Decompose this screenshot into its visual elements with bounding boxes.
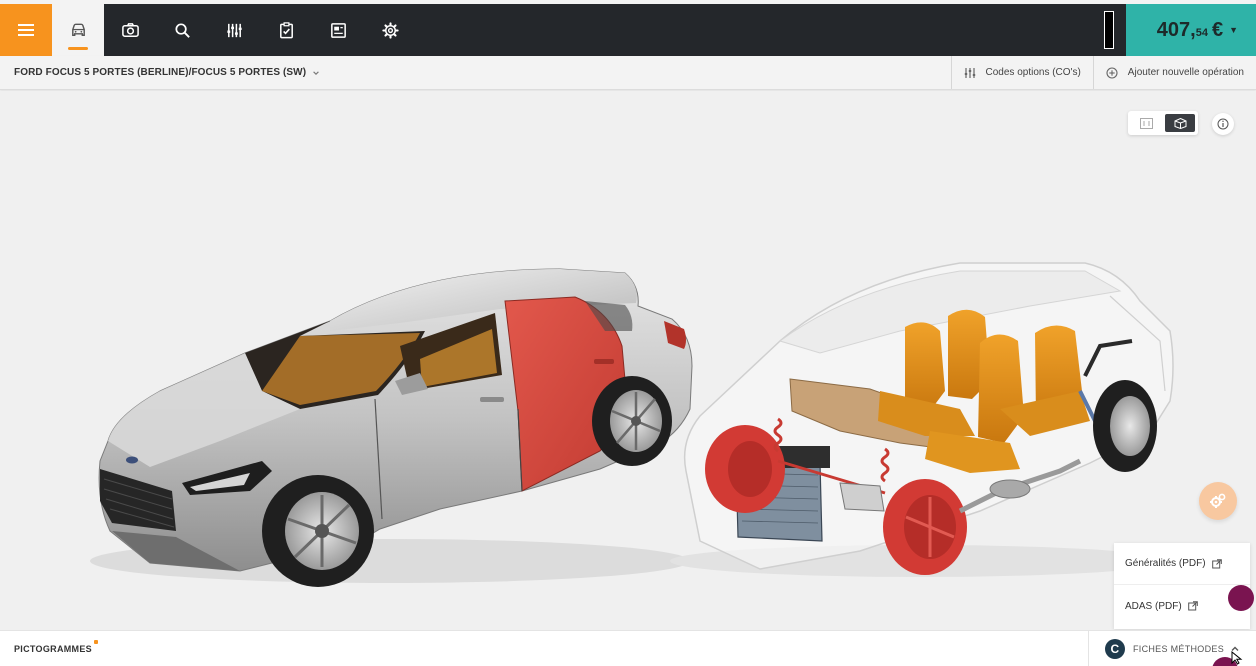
tools-fab-button[interactable] [1199, 482, 1237, 520]
menu-icon [18, 24, 34, 36]
nav-config-button[interactable] [364, 4, 416, 56]
price-currency: € [1211, 18, 1224, 41]
generalites-pdf-label: Généralités (PDF) [1125, 558, 1206, 569]
methods-logo-icon: C [1104, 638, 1125, 659]
highlight-marker [1228, 585, 1254, 611]
menu-button[interactable] [0, 4, 52, 56]
top-navigation-bar: 407, 54 € ▼ [0, 4, 1256, 56]
2d-view-icon [1139, 117, 1153, 129]
3d-view-icon [1174, 117, 1186, 129]
add-operation-button[interactable]: Ajouter nouvelle opération [1092, 56, 1256, 89]
vehicle-subbar: FORD FOCUS 5 PORTES (BERLINE)/FOCUS 5 PO… [0, 56, 1256, 90]
info-button[interactable] [1212, 113, 1234, 135]
price-marker [1104, 11, 1114, 49]
sliders-icon [964, 67, 975, 78]
car-icon [71, 23, 85, 36]
3d-viewport[interactable]: Généralités (PDF) ADAS (PDF) [0, 91, 1256, 630]
nav-report-button[interactable] [312, 4, 364, 56]
vehicle-selector[interactable]: FORD FOCUS 5 PORTES (BERLINE)/FOCUS 5 PO… [0, 67, 320, 78]
plus-circle-icon [1106, 66, 1118, 79]
sliders-icon [226, 23, 242, 37]
add-operation-label: Ajouter nouvelle opération [1127, 67, 1244, 78]
vehicle-title-text: FORD FOCUS 5 PORTES (BERLINE)/FOCUS 5 PO… [14, 67, 307, 78]
methods-documents-panel: Généralités (PDF) ADAS (PDF) [1114, 543, 1250, 629]
vehicle-exterior-model[interactable] [90, 268, 693, 587]
clipboard-check-icon [279, 21, 293, 38]
total-price-dropdown[interactable]: 407, 54 € ▼ [1126, 4, 1256, 56]
view-3d-button[interactable] [1165, 114, 1195, 132]
view-2d-button[interactable] [1131, 114, 1161, 132]
vehicle-xray-model[interactable] [670, 262, 1174, 577]
app-root: 407, 54 € ▼ FORD FOCUS 5 PORTES (BERLINE… [0, 0, 1256, 666]
chevron-down-icon [313, 70, 319, 75]
camera-icon [121, 22, 139, 37]
adas-pdf-label: ADAS (PDF) [1125, 600, 1182, 612]
gear-icon [381, 21, 399, 39]
info-icon [1217, 118, 1229, 130]
subbar-actions: Codes options (CO's) Ajouter nouvelle op… [950, 56, 1256, 89]
nav-settings-sliders-button[interactable] [208, 4, 260, 56]
nav-checklist-button[interactable] [260, 4, 312, 56]
fiches-methodes-label: FICHES MÉTHODES [1132, 643, 1224, 654]
view-mode-toggle [1128, 111, 1198, 135]
mouse-cursor-icon [1231, 651, 1243, 665]
vehicle-3d-scene[interactable] [0, 91, 1256, 630]
price-decimals: 54 [1195, 27, 1208, 39]
caret-down-icon: ▼ [1229, 25, 1238, 35]
external-link-icon [1211, 558, 1222, 568]
nav-photo-button[interactable] [104, 4, 156, 56]
pictogrammes-label: PICTOGRAMMES [14, 643, 92, 654]
document-icon [330, 22, 346, 38]
cogs-icon [1210, 493, 1226, 508]
search-icon [174, 22, 190, 38]
nav-vehicle-button[interactable] [52, 4, 104, 56]
pictogrammes-tab[interactable]: PICTOGRAMMES [0, 639, 98, 654]
codes-options-label: Codes options (CO's) [985, 67, 1081, 78]
price-integer: 407, [1156, 18, 1196, 41]
generalites-pdf-link[interactable]: Généralités (PDF) [1114, 543, 1250, 585]
codes-options-button[interactable]: Codes options (CO's) [950, 56, 1093, 89]
external-link-icon [1187, 601, 1198, 611]
bottom-bar: PICTOGRAMMES C FICHES MÉTHODES [0, 630, 1256, 666]
nav-search-button[interactable] [156, 4, 208, 56]
notification-dot [93, 639, 98, 644]
